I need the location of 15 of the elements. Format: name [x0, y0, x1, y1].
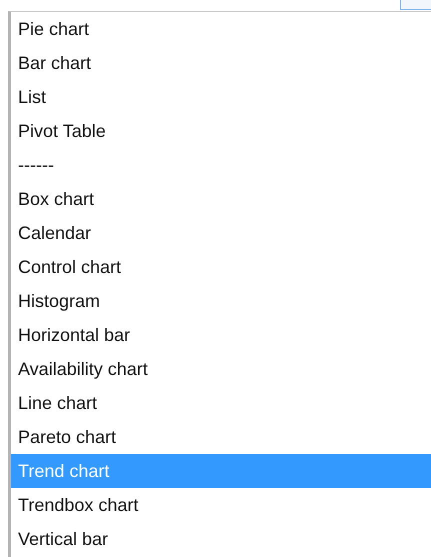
list-option[interactable]: Horizontal bar: [11, 318, 431, 352]
list-option[interactable]: Control chart: [11, 250, 431, 284]
list-option[interactable]: Box chart: [11, 182, 431, 216]
list-option[interactable]: Pivot Table: [11, 114, 431, 148]
list-option[interactable]: Bar chart: [11, 46, 431, 80]
list-option[interactable]: ------: [11, 148, 431, 182]
list-option[interactable]: Line chart: [11, 386, 431, 420]
list-option[interactable]: Trendbox chart: [11, 488, 431, 522]
list-option[interactable]: Pareto chart: [11, 420, 431, 454]
list-option[interactable]: List: [11, 80, 431, 114]
list-option[interactable]: Pie chart: [11, 12, 431, 46]
list-option[interactable]: Availability chart: [11, 352, 431, 386]
list-option[interactable]: Vertical bar: [11, 522, 431, 556]
list-option[interactable]: Histogram: [11, 284, 431, 318]
list-option[interactable]: Calendar: [11, 216, 431, 250]
